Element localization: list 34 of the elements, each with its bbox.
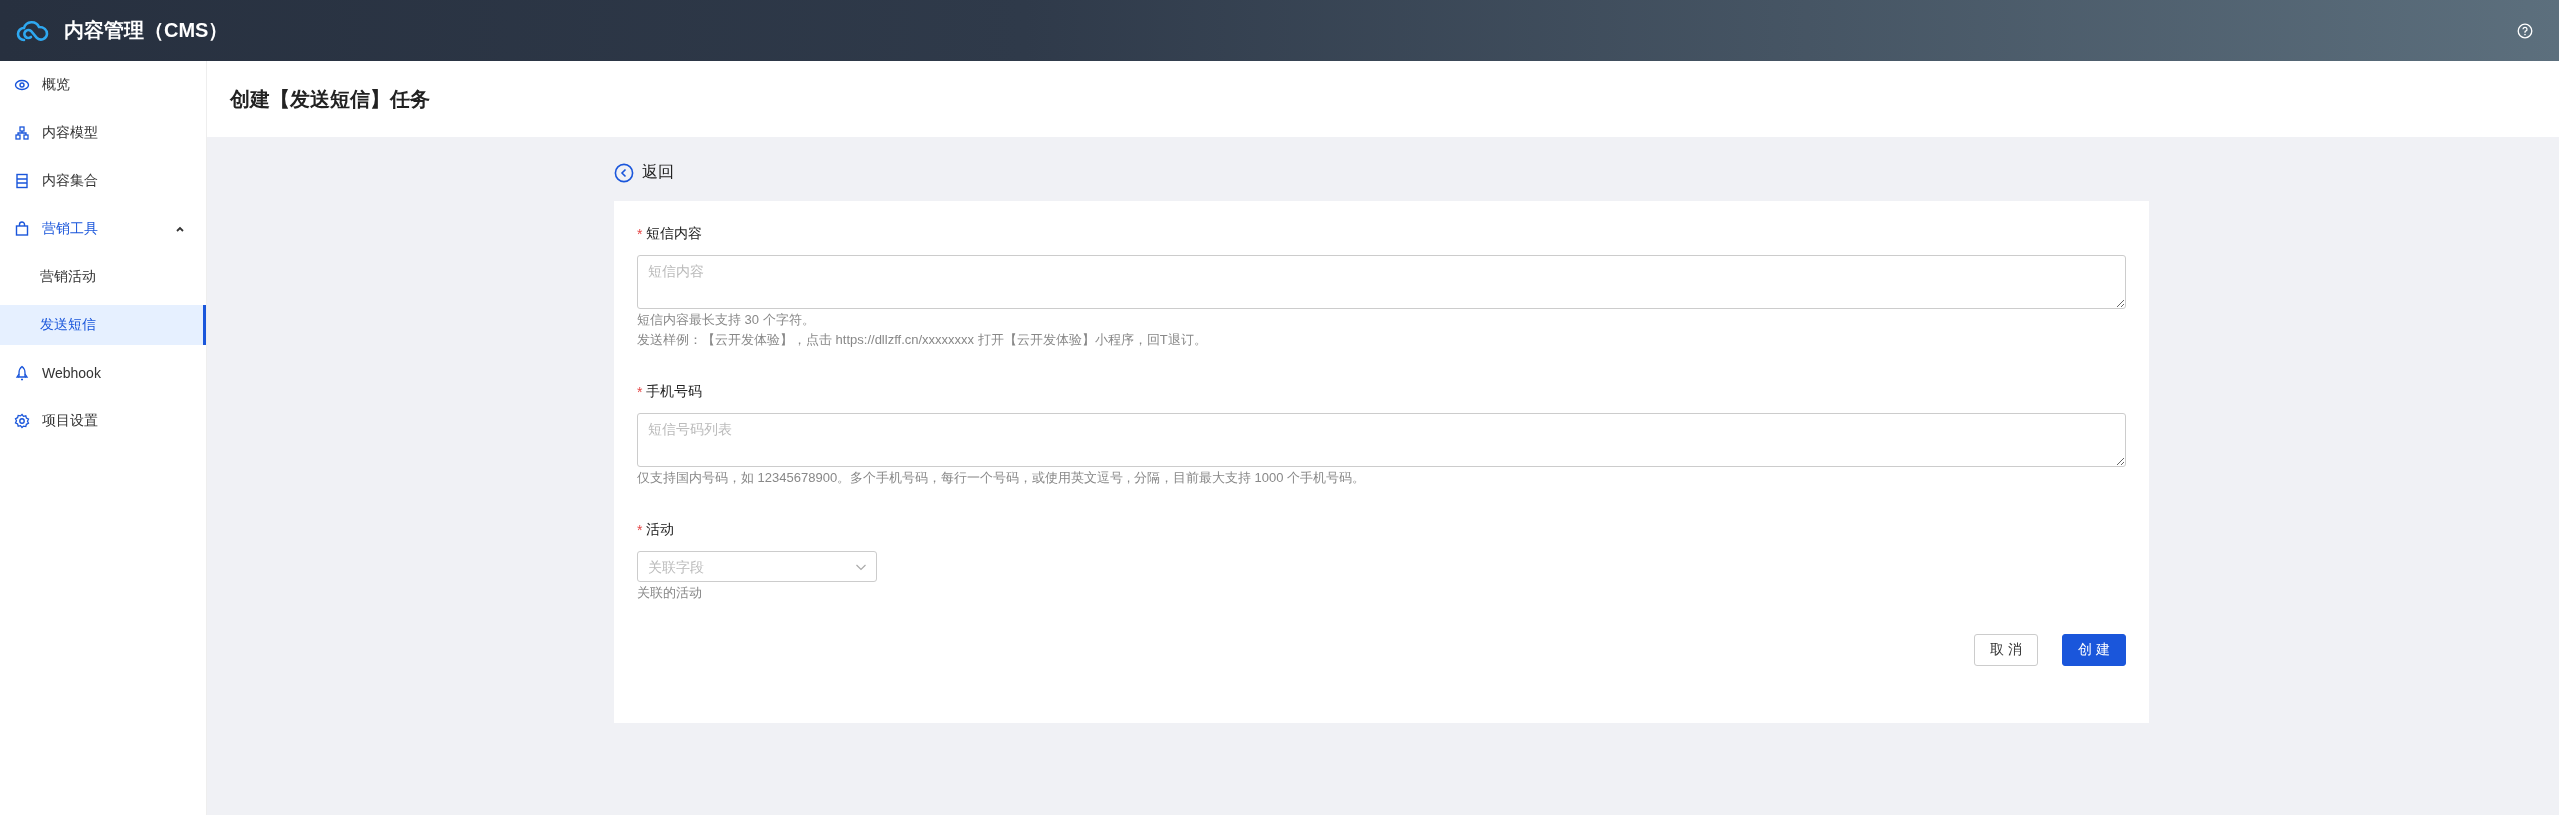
sidebar-item[interactable]: 概览	[0, 61, 206, 109]
sidebar-item[interactable]: Webhook	[0, 349, 206, 397]
sidebar-item[interactable]: 营销工具	[0, 205, 206, 253]
help-text: 短信内容最长支持 30 个字符。	[637, 311, 816, 329]
hierarchy-icon	[14, 125, 30, 141]
sidebar-item[interactable]: 内容集合	[0, 157, 206, 205]
page-title: 创建【发送短信】任务	[230, 86, 430, 112]
gear-icon	[14, 413, 30, 429]
help-text: 仅支持国内号码，如 12345678900。多个手机号码，每行一个号码，或使用英文逗号 , 分隔，目前最大支持 1000 个手机号码。	[637, 469, 1367, 487]
bag-icon	[14, 221, 30, 237]
select-field[interactable]: 关联字段	[637, 551, 877, 582]
back-link[interactable]: 返回	[614, 137, 680, 201]
app-title: 内容管理（CMS）	[64, 18, 229, 43]
required-mark: *	[637, 522, 643, 538]
help-text: 关联的活动	[637, 584, 703, 602]
list-icon	[14, 173, 30, 189]
text-area[interactable]: 短信号码列表	[637, 413, 2126, 467]
back-icon	[614, 162, 634, 183]
help-text: 发送样例：【云开发体验】，点击 https://dllzff.cn/xxxxxxxx 打开【云开发体验】小程序，回T退订。	[637, 331, 1208, 349]
sidebar-item[interactable]: 营销活动	[0, 253, 206, 301]
eye-icon	[14, 77, 30, 93]
create-button[interactable]: 创 建	[2062, 634, 2126, 666]
help-icon[interactable]	[2517, 22, 2533, 39]
caret-icon	[175, 224, 185, 234]
sidebar-item[interactable]: 项目设置	[0, 397, 206, 445]
required-mark: *	[637, 226, 643, 242]
field-label: 短信内容	[646, 225, 703, 243]
cancel-button[interactable]: 取 消	[1974, 634, 2038, 666]
sidebar-item[interactable]: 内容模型	[0, 109, 206, 157]
required-mark: *	[637, 384, 643, 400]
field-label: 手机号码	[646, 383, 703, 401]
sidebar-item[interactable]: 发送短信	[0, 305, 206, 345]
text-area[interactable]: 短信内容	[637, 255, 2126, 309]
field-label: 活动	[646, 521, 675, 539]
